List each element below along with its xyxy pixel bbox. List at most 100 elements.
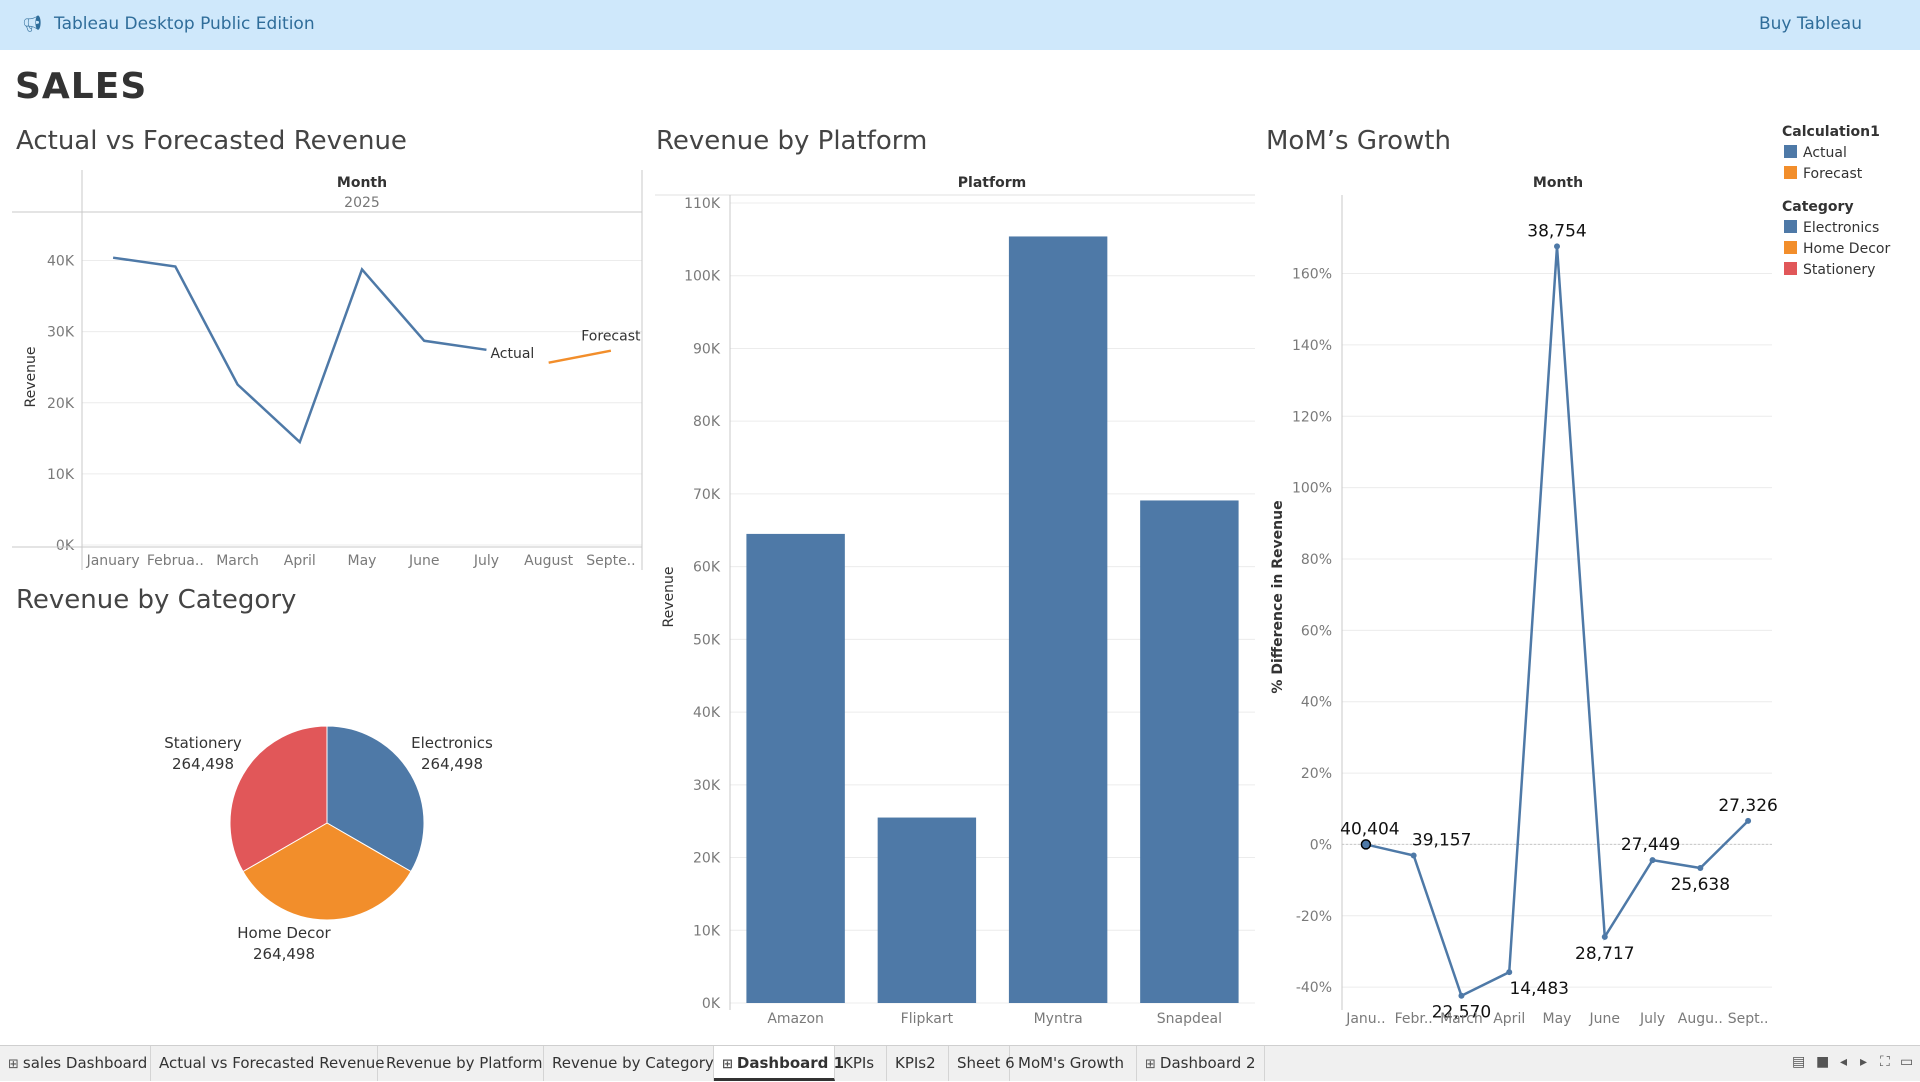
sheet-tab[interactable]: Revenue by Category — [544, 1046, 714, 1081]
sheet-tab[interactable]: Revenue by Platform — [378, 1046, 544, 1081]
x-tick-label: May — [1543, 1011, 1572, 1027]
y-tick-label: 30K — [693, 778, 721, 794]
sheet-tab-label: Revenue by Category — [552, 1054, 714, 1072]
dashboard-icon: ⊞ — [1145, 1057, 1156, 1072]
legend-title-category: Category — [1782, 199, 1854, 215]
pie-label: Stationery — [164, 734, 242, 752]
data-label: 27,326 — [1718, 796, 1777, 816]
y-tick-label: 70K — [693, 487, 721, 503]
legend-item: Stationery — [1803, 262, 1875, 278]
y-tick-label: 0K — [702, 996, 721, 1012]
legend-title-calculation: Calculation1 — [1782, 124, 1880, 140]
data-point — [1554, 243, 1560, 249]
dashboard-icon: ⊞ — [722, 1057, 733, 1072]
chart-header: Platform — [958, 175, 1026, 191]
data-point — [1506, 969, 1512, 975]
y-tick-label: 40K — [47, 254, 75, 270]
pie-label: Home Decor — [237, 924, 331, 942]
sheet-tab-label: Revenue by Platform — [386, 1054, 543, 1072]
y-tick-label: 160% — [1292, 267, 1332, 283]
sheet-tab[interactable]: KPIs2 — [887, 1046, 949, 1081]
x-tick-label: Sept.. — [1728, 1011, 1769, 1027]
presentation-mode-icon[interactable]: ▭ — [1900, 1054, 1913, 1070]
y-tick-label: 50K — [693, 632, 721, 648]
sheet-tab-bar: ⊞sales DashboardActual vs Forecasted Rev… — [0, 1045, 1920, 1081]
sheet-tab[interactable]: ⊞sales Dashboard — [0, 1046, 151, 1081]
sheet-tab[interactable]: ⊞Dashboard 1 — [714, 1046, 835, 1081]
show-filmstrip-icon[interactable]: ■ — [1816, 1054, 1829, 1070]
fullscreen-icon[interactable]: ⛶ — [1880, 1054, 1890, 1070]
data-point — [1745, 818, 1751, 824]
legend-swatch — [1784, 145, 1797, 158]
series-label-forecast: Forecast — [581, 329, 641, 345]
series-line-actual — [113, 258, 486, 442]
sheet-tab-label: Actual vs Forecasted Revenue — [159, 1054, 385, 1072]
x-tick-label: July — [473, 553, 499, 569]
sheet-title-actual-vs-forecast: Actual vs Forecasted Revenue — [16, 126, 407, 156]
x-tick-label: July — [1639, 1011, 1665, 1027]
bar-myntra — [1009, 236, 1107, 1003]
data-label: 27,449 — [1621, 835, 1680, 855]
data-point — [1650, 857, 1656, 863]
y-axis-label: % Difference in Revenue — [1270, 500, 1286, 693]
series-line-forecast — [549, 351, 611, 363]
chart-subheader: 2025 — [344, 195, 380, 211]
legend-swatch — [1784, 262, 1797, 275]
x-tick-label: Snapdeal — [1157, 1011, 1222, 1027]
data-label: 28,717 — [1575, 944, 1634, 964]
y-tick-label: 0K — [56, 538, 75, 554]
sheet-tab[interactable]: ⊞ Dashboard 2 — [1137, 1046, 1265, 1081]
legend-panel: Calculation1ActualForecastCategoryElectr… — [1770, 118, 1920, 288]
y-tick-label: -40% — [1296, 980, 1332, 996]
y-tick-label: 20K — [47, 396, 75, 412]
series-label-actual: Actual — [490, 346, 534, 362]
legend-swatch — [1784, 166, 1797, 179]
y-tick-label: 90K — [693, 341, 721, 357]
data-label: 25,638 — [1671, 875, 1730, 895]
sheet-tab-label: KPIs2 — [895, 1054, 936, 1072]
sheet-title-revenue-by-platform: Revenue by Platform — [656, 126, 927, 156]
chart-header: Month — [337, 175, 387, 191]
pie-value-label: 264,498 — [253, 945, 315, 963]
data-point — [1411, 852, 1417, 858]
data-point — [1458, 993, 1464, 999]
y-tick-label: 30K — [47, 325, 75, 341]
pie-value-label: 264,498 — [172, 755, 234, 773]
top-bar: 📢︎ Tableau Desktop Public Edition Buy Ta… — [0, 0, 1920, 50]
data-point — [1602, 934, 1608, 940]
y-tick-label: 20K — [693, 851, 721, 867]
bar-flipkart — [878, 818, 976, 1003]
show-sheet-sorter-icon[interactable]: ▤ — [1792, 1054, 1805, 1070]
sheet-tab[interactable]: KPIs — [835, 1046, 887, 1081]
sheet-tab[interactable]: MoM's Growth — [1010, 1046, 1137, 1081]
y-tick-label: -20% — [1296, 909, 1332, 925]
sheet-tab[interactable]: Actual vs Forecasted Revenue — [151, 1046, 378, 1081]
x-tick-label: August — [524, 553, 574, 569]
sheet-title-revenue-by-category: Revenue by Category — [16, 585, 296, 615]
x-tick-label: Myntra — [1034, 1011, 1083, 1027]
legend-item: Electronics — [1803, 220, 1879, 236]
bar-amazon — [746, 534, 844, 1003]
buy-tableau-link[interactable]: Buy Tableau — [1759, 14, 1862, 34]
data-label: 39,157 — [1412, 830, 1471, 850]
y-tick-label: 0% — [1310, 837, 1332, 853]
x-tick-label: April — [284, 553, 316, 569]
y-tick-label: 80% — [1301, 552, 1332, 568]
sheet-tab-label: Dashboard 2 — [1160, 1054, 1256, 1072]
y-tick-label: 120% — [1292, 409, 1332, 425]
y-tick-label: 80K — [693, 414, 721, 430]
data-point — [1697, 865, 1703, 871]
next-sheet-icon[interactable]: ▸ — [1860, 1054, 1867, 1070]
y-axis-label: Revenue — [23, 347, 39, 408]
legend-item: Home Decor — [1803, 241, 1890, 257]
y-axis-label: Revenue — [661, 567, 677, 628]
legend-swatch — [1784, 220, 1797, 233]
previous-sheet-icon[interactable]: ◂ — [1840, 1054, 1847, 1070]
revenue-by-platform-chart: Platform0K10K20K30K40K50K60K70K80K90K100… — [655, 165, 1255, 1035]
x-tick-label: May — [348, 553, 377, 569]
pie-value-label: 264,498 — [421, 755, 483, 773]
x-tick-label: June — [1589, 1011, 1621, 1027]
x-tick-label: Augu.. — [1678, 1011, 1723, 1027]
sheet-tab[interactable]: Sheet 6 — [949, 1046, 1010, 1081]
y-tick-label: 10K — [47, 467, 75, 483]
